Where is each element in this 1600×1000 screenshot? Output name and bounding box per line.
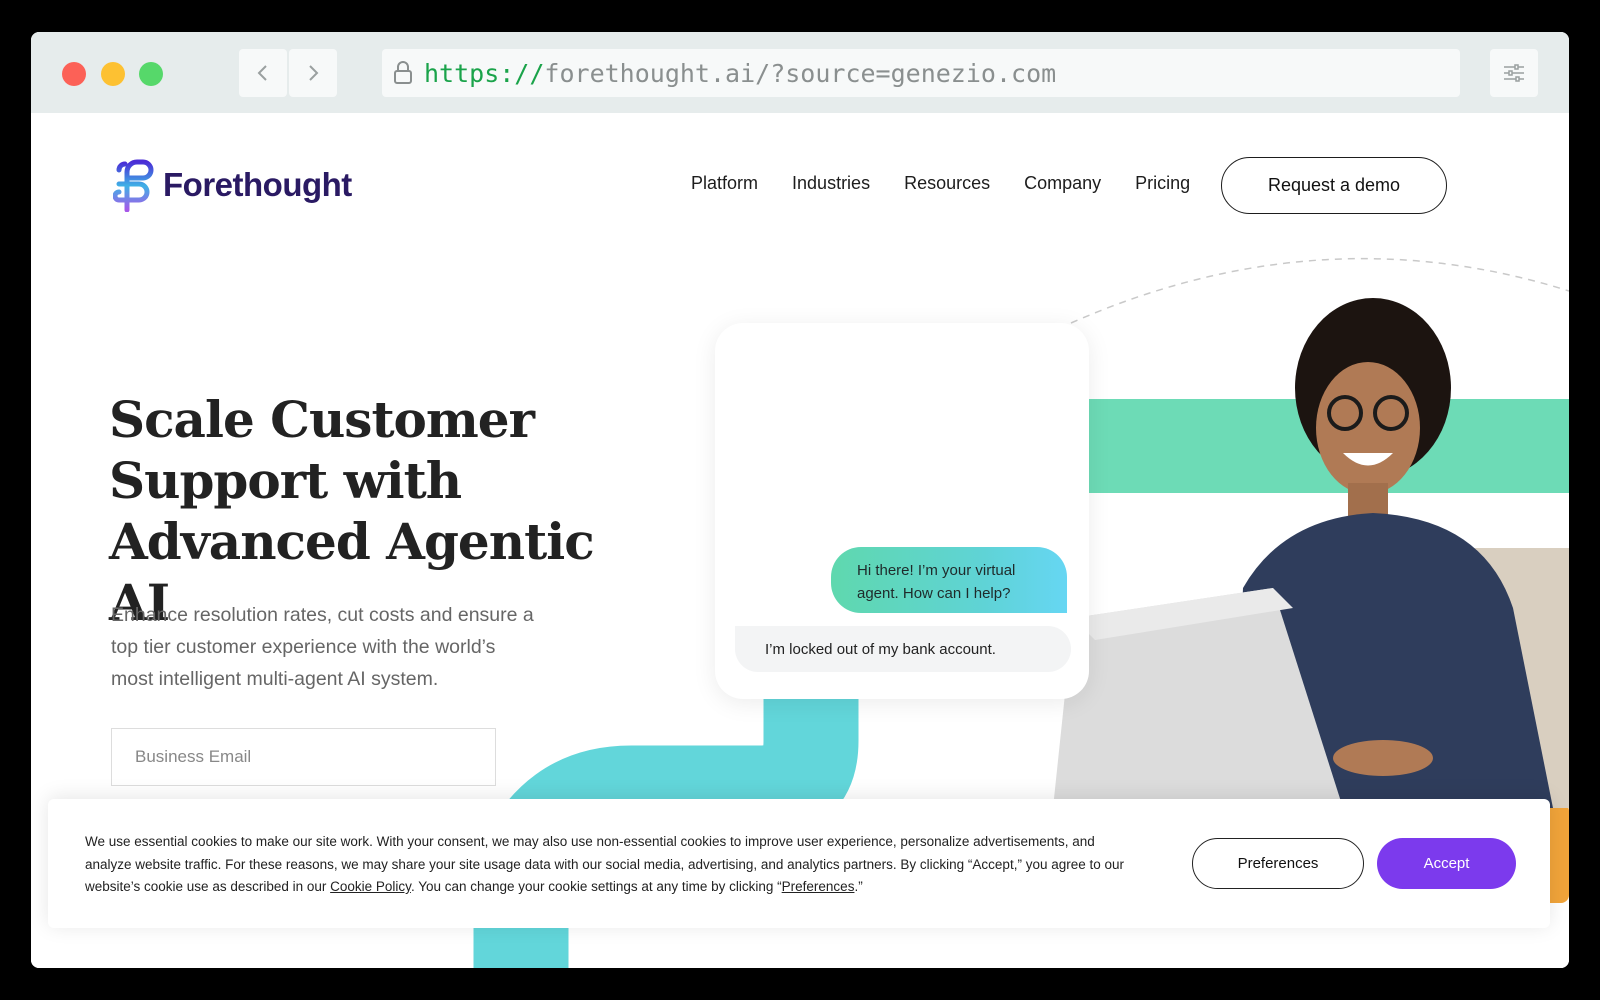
cookie-banner: We use essential cookies to make our sit… [48, 799, 1550, 928]
forward-button[interactable] [289, 49, 337, 97]
url-scheme: https:// [424, 58, 545, 88]
webpage: Forethought Platform Industries Resource… [31, 113, 1569, 968]
sliders-icon [1504, 64, 1524, 82]
preferences-link[interactable]: Preferences [782, 879, 855, 894]
close-window-button[interactable] [62, 62, 86, 86]
maximize-window-button[interactable] [139, 62, 163, 86]
back-button[interactable] [239, 49, 287, 97]
agent-message-line: Hi there! I’m your virtual [857, 562, 1016, 579]
chevron-left-icon [257, 65, 267, 81]
minimize-window-button[interactable] [101, 62, 125, 86]
chat-widget-card: Hi there! I’m your virtual agent. How ca… [715, 323, 1089, 699]
url-path: forethought.ai/?source=genezio.com [544, 58, 1057, 88]
woman-laptop-illustration [1043, 298, 1569, 808]
agent-message-bubble: Hi there! I’m your virtual agent. How ca… [831, 547, 1067, 613]
browser-toolbar: https://forethought.ai/?source=genezio.c… [31, 32, 1569, 113]
settings-button[interactable] [1490, 49, 1538, 97]
browser-window: https://forethought.ai/?source=genezio.c… [31, 32, 1569, 968]
cookie-text-part: .” [854, 879, 863, 894]
cookie-preferences-button[interactable]: Preferences [1192, 838, 1364, 889]
cookie-accept-button[interactable]: Accept [1377, 838, 1516, 889]
cookie-policy-link[interactable]: Cookie Policy [330, 879, 411, 894]
cookie-banner-text: We use essential cookies to make our sit… [85, 831, 1145, 899]
hero-photo [1043, 288, 1569, 808]
agent-message-line: agent. How can I help? [857, 585, 1011, 602]
cookie-text-part: . You can change your cookie settings at… [410, 879, 782, 894]
chevron-right-icon [309, 65, 319, 81]
address-bar[interactable]: https://forethought.ai/?source=genezio.c… [382, 49, 1460, 97]
user-message-bubble: I’m locked out of my bank account. [735, 626, 1071, 672]
lock-icon [394, 61, 412, 84]
